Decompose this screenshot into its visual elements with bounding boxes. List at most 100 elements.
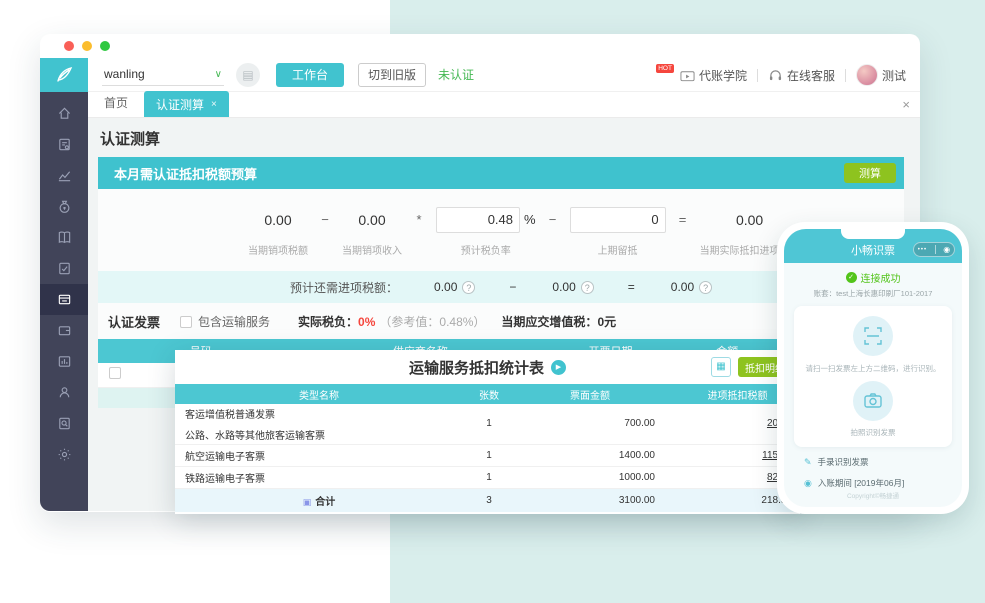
ticket-count: 1 (453, 444, 525, 466)
sidebar-item-statements[interactable] (40, 346, 88, 377)
need-label: 预计还需进项税额： (290, 279, 398, 296)
budget-banner-title: 本月需认证抵扣税额预算 (114, 164, 257, 183)
tab-close-icon[interactable]: × (211, 99, 217, 110)
sidebar-item-funds[interactable] (40, 191, 88, 222)
help-icon[interactable]: ? (462, 281, 475, 294)
close-window-button[interactable] (64, 41, 74, 51)
account-select[interactable]: wanling ∨ (102, 64, 224, 86)
sidebar-item-salary[interactable] (40, 377, 88, 408)
tab-renzheng-cesuan[interactable]: 认证测算 × (144, 91, 229, 117)
scan-qr-button[interactable] (853, 316, 893, 356)
memo-icon[interactable]: ▤ (236, 63, 260, 87)
table-row: 客运增值税普通发票公路、水路等其他旅客运输客票 1 700.00 20.39 (175, 404, 800, 444)
sum-icon: ▣ (303, 497, 312, 507)
minus-operator: − (308, 207, 342, 257)
ticket-count: 1 (453, 404, 525, 444)
avatar (856, 64, 878, 86)
tab-home[interactable]: 首页 (104, 94, 128, 111)
reference-value: （参考值：0.48%） (379, 315, 485, 329)
help-icon[interactable]: ? (581, 281, 594, 294)
app-header: wanling ∨ ▤ 工作台 切到旧版 未认证 HOT 代账学院 在线客服 测… (40, 58, 920, 92)
status-text: 连接成功 (861, 270, 901, 285)
posting-period-row[interactable]: ◉ 入账期间 [2019年06月] (804, 477, 962, 489)
divider (845, 69, 846, 82)
minimize-icon[interactable]: ◉ (943, 246, 950, 254)
sidebar-item-assets[interactable] (40, 408, 88, 439)
actual-deduct-value: 0.00 (736, 207, 763, 233)
sidebar-nav (40, 92, 88, 511)
type-name: 客运增值税普通发票 (185, 410, 275, 421)
sidebar-item-checkout[interactable] (40, 253, 88, 284)
user-menu[interactable]: 测试 (856, 64, 906, 86)
sidebar-item-voucher[interactable] (40, 129, 88, 160)
sidebar-item-ledger[interactable] (40, 222, 88, 253)
invoice-icon (57, 292, 72, 307)
zoom-window-button[interactable] (100, 41, 110, 51)
phone-mockup: 小畅识票 ••• ◉ ✓ 连接成功 账套：test上海长惠印刷厂101-2017… (777, 222, 969, 514)
phone-notch (841, 229, 905, 239)
academy-link[interactable]: 代账学院 (680, 67, 747, 84)
manual-entry-label: 手录识别发票 (818, 456, 869, 468)
minus-operator: − (509, 280, 516, 294)
camera-tip: 拍照识别发票 (851, 427, 896, 438)
calculate-button[interactable]: 测算 (844, 163, 896, 183)
sidebar-item-cashier[interactable] (40, 315, 88, 346)
money-bag-icon (57, 199, 72, 214)
camera-capture-button[interactable] (853, 381, 893, 421)
scan-tip: 请扫一扫发票左上方二维码，进行识别。 (806, 363, 941, 374)
miniapp-title: 小畅识票 (851, 242, 895, 258)
tax-rate-label: 预计税负率 (461, 242, 511, 257)
sidebar-item-invoice-active[interactable] (40, 284, 88, 315)
voucher-icon (57, 137, 72, 152)
workbench-button[interactable]: 工作台 (276, 63, 344, 87)
chart-icon (57, 168, 72, 183)
online-support-link[interactable]: 在线客服 (768, 67, 835, 84)
not-certified-status: 未认证 (438, 66, 474, 83)
minimize-window-button[interactable] (82, 41, 92, 51)
table-row: 航空运输电子客票 1 1400.00 115.60 (175, 444, 800, 466)
target-icon: ◉ (804, 478, 812, 489)
switch-old-version-button[interactable]: 切到旧版 (358, 63, 426, 87)
help-icon[interactable]: ? (699, 281, 712, 294)
need-value-b: 0.00 (552, 280, 575, 294)
include-transport-label: 包含运输服务 (198, 313, 270, 330)
equals-operator: = (628, 280, 635, 294)
type-name-line2: 公路、水路等其他旅客运输客票 (185, 427, 453, 442)
account-name: wanling (102, 67, 215, 81)
equals-operator: = (666, 207, 700, 257)
tax-rate-input[interactable]: 0.48 (436, 207, 520, 233)
headset-icon (768, 69, 783, 82)
manual-entry-row[interactable]: ✎ 手录识别发票 (804, 456, 962, 468)
multiply-operator: * (402, 207, 436, 257)
wallet-icon (57, 323, 72, 338)
doc-check-icon (57, 261, 72, 276)
phone-screen: 小畅识票 ••• ◉ ✓ 连接成功 账套：test上海长惠印刷厂101-2017… (784, 229, 962, 507)
video-tutorial-icon[interactable]: ▶ (551, 360, 566, 375)
book-icon (57, 230, 72, 245)
budget-banner: 本月需认证抵扣税额预算 测算 (98, 157, 904, 189)
doc-search-icon (57, 416, 72, 431)
percent-sign: % (524, 207, 536, 233)
report-image-icon (57, 354, 72, 369)
header-checkbox-column (98, 339, 133, 363)
video-icon (680, 69, 695, 82)
row-checkbox[interactable] (109, 367, 121, 379)
face-amount: 1000.00 (525, 466, 683, 488)
need-value-a: 0.00 (434, 280, 457, 294)
output-income-label: 当期销项收入 (342, 242, 402, 257)
export-icon[interactable]: ▦ (711, 357, 731, 377)
tabbar-close-icon[interactable]: × (902, 97, 910, 112)
online-support-label: 在线客服 (787, 67, 835, 84)
column-header-count: 张数 (453, 384, 525, 404)
sidebar-item-settings[interactable] (40, 439, 88, 470)
chevron-down-icon: ∨ (215, 69, 222, 80)
sidebar-item-home[interactable] (40, 98, 88, 129)
include-transport-checkbox[interactable] (180, 316, 192, 328)
sidebar-item-reports[interactable] (40, 160, 88, 191)
actual-tax-label: 实际税负： (298, 315, 358, 329)
home-icon (57, 106, 72, 121)
more-options-icon[interactable]: ••• (918, 247, 927, 253)
posting-period-label: 入账期间 [2019年06月] (818, 477, 904, 489)
carryover-input[interactable]: 0 (570, 207, 666, 233)
scan-frame-icon (863, 326, 883, 346)
